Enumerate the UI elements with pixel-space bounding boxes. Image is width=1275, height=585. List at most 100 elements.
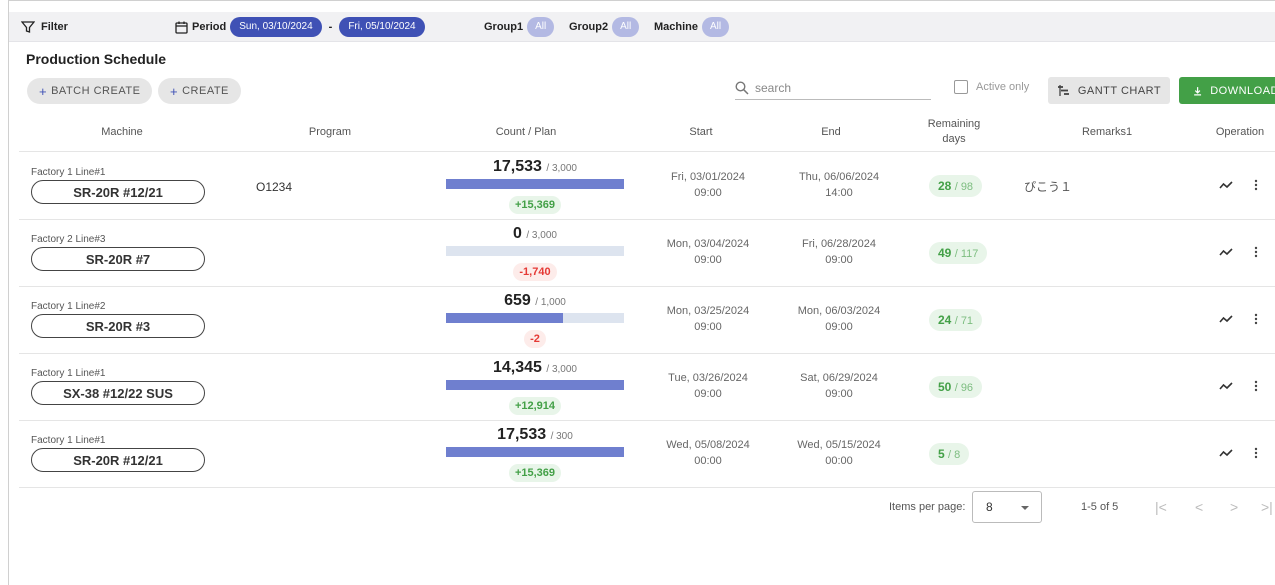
remaining-days-badge: 49 / 117 bbox=[929, 242, 988, 264]
more-vert-icon[interactable] bbox=[1254, 446, 1258, 464]
count-value: 14,345 bbox=[493, 359, 542, 376]
plan-value: / 3,000 bbox=[546, 364, 577, 375]
start-datetime: Mon, 03/04/2024 09:00 bbox=[648, 236, 768, 268]
more-vert-icon[interactable] bbox=[1254, 178, 1258, 196]
batch-create-button[interactable]: + BATCH CREATE bbox=[27, 78, 153, 104]
left-border bbox=[8, 0, 9, 585]
end-date: Wed, 05/15/2024 bbox=[797, 439, 881, 451]
table-row[interactable]: Factory 2 Line#3 SR-20R #7 0 / 3,000 -1,740… bbox=[19, 219, 1275, 286]
plus-icon: + bbox=[39, 83, 48, 99]
remaining-days-total: / 117 bbox=[954, 248, 979, 260]
remaining-days-value: 49 bbox=[938, 246, 952, 260]
active-only-checkbox[interactable] bbox=[954, 80, 968, 94]
trend-icon[interactable] bbox=[1219, 178, 1233, 196]
prev-page-icon[interactable]: < bbox=[1195, 499, 1203, 515]
table-row[interactable]: Factory 1 Line#1 SR-20R #12/21 17,533 / 30… bbox=[19, 420, 1275, 487]
start-date: Fri, 03/01/2024 bbox=[671, 171, 745, 183]
col-header-remarks1[interactable]: Remarks1 bbox=[1047, 112, 1167, 152]
machine-button[interactable]: SR-20R #3 bbox=[31, 314, 205, 338]
col-header-count-plan[interactable]: Count / Plan bbox=[466, 112, 586, 152]
next-page-icon[interactable]: > bbox=[1230, 499, 1238, 515]
factory-line: Factory 1 Line#1 bbox=[31, 368, 106, 379]
create-button[interactable]: + CREATE bbox=[158, 78, 241, 104]
start-date: Mon, 03/04/2024 bbox=[666, 238, 750, 250]
table-row[interactable]: Factory 1 Line#2 SR-20R #3 659 / 1,000 -2 Mo… bbox=[19, 286, 1275, 353]
diff-badge: +15,369 bbox=[508, 464, 562, 482]
machine-filter-chip[interactable]: All bbox=[702, 17, 730, 37]
progress-bar bbox=[446, 380, 624, 390]
end-time: 14:00 bbox=[825, 187, 853, 199]
remaining-days-badge: 50 / 96 bbox=[929, 376, 983, 398]
machine-button[interactable]: SR-20R #12/21 bbox=[31, 180, 205, 204]
trend-icon[interactable] bbox=[1219, 446, 1233, 464]
filter-toggle[interactable]: Filter bbox=[21, 12, 68, 42]
more-vert-icon[interactable] bbox=[1254, 245, 1258, 263]
start-time: 00:00 bbox=[694, 455, 722, 467]
trend-icon[interactable] bbox=[1219, 245, 1233, 263]
trend-icon[interactable] bbox=[1219, 312, 1233, 330]
group2-chip[interactable]: All bbox=[612, 17, 640, 37]
row-divider bbox=[19, 487, 1275, 488]
download-button[interactable]: DOWNLOAD bbox=[1179, 77, 1275, 104]
end-time: 09:00 bbox=[825, 388, 853, 400]
table-row[interactable]: Factory 1 Line#1 SX-38 #12/22 SUS 14,345 /… bbox=[19, 353, 1275, 420]
filter-bar: Filter Period Sun, 03/10/2024 - Fri, 05/… bbox=[9, 12, 1275, 42]
diff-badge-wrap: -1,740 bbox=[446, 263, 624, 281]
progress-bar bbox=[446, 447, 624, 457]
group1-label: Group1 bbox=[484, 21, 524, 33]
trend-icon[interactable] bbox=[1219, 379, 1233, 397]
end-datetime: Fri, 06/28/2024 09:00 bbox=[779, 236, 899, 268]
start-time: 09:00 bbox=[694, 254, 722, 266]
items-per-page-select[interactable]: 8 bbox=[972, 491, 1042, 523]
end-date: Mon, 06/03/2024 bbox=[797, 305, 881, 317]
machine-button[interactable]: SR-20R #7 bbox=[31, 247, 205, 271]
period-separator: - bbox=[328, 21, 333, 33]
machine-filter-label: Machine bbox=[654, 21, 699, 33]
first-page-icon[interactable]: |< bbox=[1155, 499, 1167, 515]
last-page-icon[interactable]: >| bbox=[1261, 499, 1273, 515]
remaining-days-value: 24 bbox=[938, 313, 952, 327]
factory-line: Factory 1 Line#2 bbox=[31, 301, 106, 312]
diff-badge: -1,740 bbox=[513, 263, 557, 281]
col-header-program[interactable]: Program bbox=[270, 112, 390, 152]
col-header-machine[interactable]: Machine bbox=[62, 112, 182, 152]
remarks-value: ぴこう１ bbox=[1024, 180, 1073, 194]
factory-line: Factory 2 Line#3 bbox=[31, 234, 106, 245]
machine-filter: Machine All bbox=[654, 12, 730, 42]
end-time: 09:00 bbox=[825, 254, 853, 266]
table-row[interactable]: Factory 1 Line#1 SR-20R #12/21 O1234 17,533… bbox=[19, 152, 1275, 219]
period-end-chip[interactable]: Fri, 05/10/2024 bbox=[339, 17, 425, 37]
search-input[interactable]: search bbox=[735, 76, 931, 100]
end-date: Sat, 06/29/2024 bbox=[800, 372, 878, 384]
progress-bar bbox=[446, 246, 624, 256]
group1-chip[interactable]: All bbox=[527, 17, 555, 37]
col-header-start[interactable]: Start bbox=[641, 112, 761, 152]
col-header-end[interactable]: End bbox=[771, 112, 891, 152]
page-title: Production Schedule bbox=[26, 51, 167, 67]
gantt-chart-button[interactable]: GANTT CHART bbox=[1048, 77, 1170, 104]
col-header-remaining-days[interactable]: Remaining days bbox=[917, 112, 991, 152]
top-border bbox=[8, 0, 1275, 1]
download-icon bbox=[1194, 86, 1202, 95]
more-vert-icon[interactable] bbox=[1254, 379, 1258, 397]
gantt-chart-label: GANTT CHART bbox=[1077, 84, 1162, 97]
end-date: Thu, 06/06/2024 bbox=[798, 171, 880, 183]
active-only-label: Active only bbox=[976, 81, 1030, 93]
machine-button[interactable]: SX-38 #12/22 SUS bbox=[31, 381, 205, 405]
start-datetime: Mon, 03/25/2024 09:00 bbox=[648, 303, 768, 335]
gantt-icon bbox=[1057, 85, 1069, 96]
diff-badge-wrap: +12,914 bbox=[446, 397, 624, 415]
period-filter: Period Sun, 03/10/2024 - Fri, 05/10/2024 bbox=[175, 12, 425, 42]
plan-value: / 3,000 bbox=[526, 230, 557, 241]
remaining-days-total: / 8 bbox=[948, 449, 961, 461]
count-value: 17,533 bbox=[493, 158, 542, 175]
progress-bar bbox=[446, 313, 624, 323]
filter-icon bbox=[21, 21, 35, 33]
start-time: 09:00 bbox=[694, 321, 722, 333]
plan-value: / 3,000 bbox=[546, 163, 577, 174]
more-vert-icon[interactable] bbox=[1254, 312, 1258, 330]
active-only-toggle[interactable]: Active only bbox=[954, 80, 1029, 94]
machine-button[interactable]: SR-20R #12/21 bbox=[31, 448, 205, 472]
diff-badge-wrap: +15,369 bbox=[446, 464, 624, 482]
period-start-chip[interactable]: Sun, 03/10/2024 bbox=[230, 17, 322, 37]
